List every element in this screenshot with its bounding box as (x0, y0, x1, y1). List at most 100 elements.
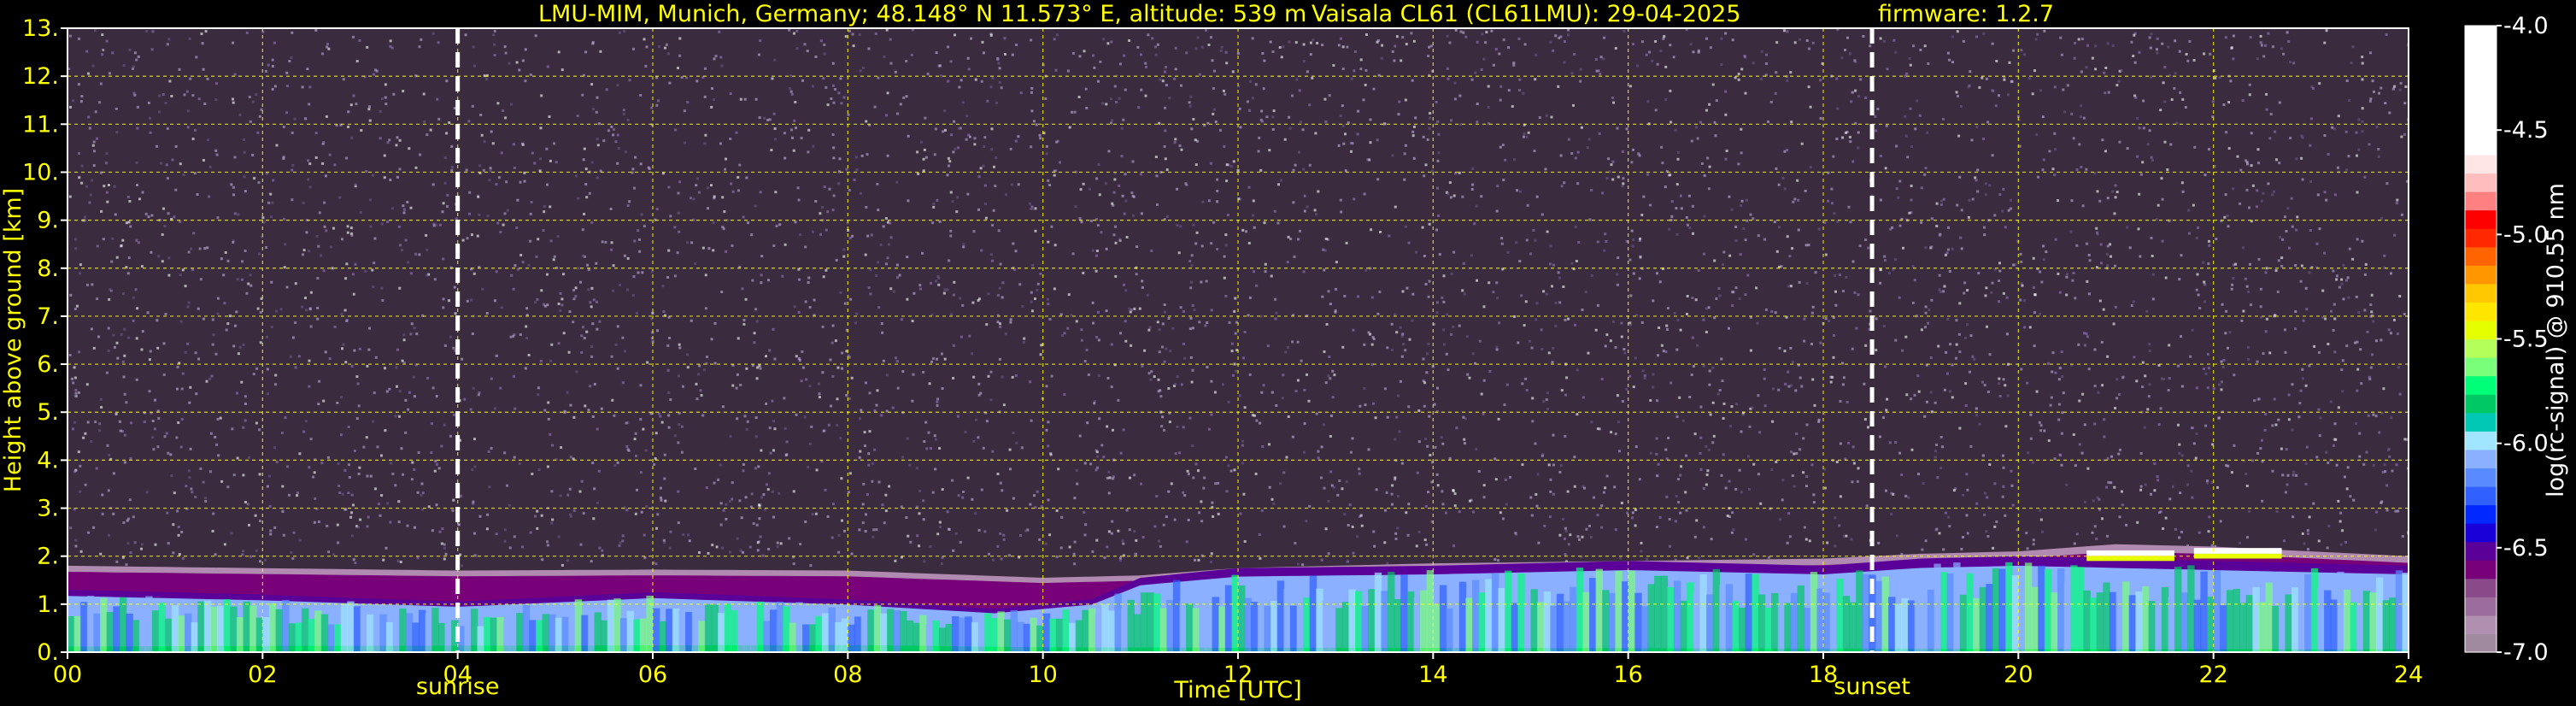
noise-speckle (450, 144, 454, 148)
noise-speckle (1848, 135, 1851, 138)
noise-speckle (394, 415, 397, 418)
noise-speckle (655, 527, 658, 530)
noise-speckle (756, 549, 760, 552)
noise-speckle (1759, 502, 1763, 505)
noise-speckle (1790, 384, 1793, 387)
noise-speckle (1983, 233, 1986, 237)
noise-speckle (759, 535, 762, 538)
noise-speckle (562, 273, 565, 276)
noise-speckle (425, 233, 428, 237)
noise-speckle (1122, 118, 1125, 121)
noise-speckle (550, 490, 554, 493)
noise-speckle (2300, 134, 2303, 138)
noise-speckle (1194, 138, 1197, 142)
noise-speckle (232, 193, 235, 197)
noise-speckle (2138, 50, 2141, 54)
noise-speckle (1442, 300, 1446, 303)
noise-speckle (347, 126, 350, 128)
noise-speckle (1685, 454, 1687, 457)
noise-speckle (546, 544, 549, 547)
noise-speckle (2356, 368, 2360, 371)
noise-speckle (799, 233, 802, 237)
noise-speckle (748, 545, 752, 549)
noise-speckle (2096, 231, 2099, 234)
noise-speckle (1981, 454, 1985, 457)
noise-speckle (1506, 250, 1510, 254)
noise-speckle (264, 558, 267, 562)
noise-speckle (655, 208, 659, 211)
noise-speckle (1404, 225, 1407, 228)
noise-speckle (1123, 212, 1126, 215)
noise-speckle (273, 526, 277, 529)
noise-speckle (2169, 143, 2173, 146)
noise-speckle (1518, 260, 1522, 262)
noise-speckle (1189, 356, 1193, 359)
noise-speckle (2330, 309, 2332, 313)
noise-speckle (1139, 173, 1142, 176)
noise-speckle (1112, 477, 1115, 480)
noise-speckle (2342, 263, 2345, 267)
noise-speckle (936, 532, 940, 536)
noise-speckle (346, 231, 349, 234)
noise-speckle (1666, 328, 1669, 331)
noise-speckle (523, 171, 526, 174)
noise-speckle (1308, 103, 1311, 107)
noise-speckle (1320, 476, 1323, 479)
noise-speckle (2043, 429, 2046, 432)
noise-speckle (125, 563, 128, 567)
noise-speckle (1640, 214, 1644, 216)
noise-speckle (1621, 400, 1624, 403)
noise-speckle (1711, 401, 1715, 404)
noise-speckle (1254, 83, 1258, 86)
noise-speckle (1329, 435, 1332, 438)
noise-speckle (2361, 239, 2364, 243)
noise-speckle (2356, 340, 2359, 344)
noise-speckle (201, 42, 204, 45)
noise-speckle (490, 130, 493, 133)
noise-speckle (132, 515, 135, 519)
noise-speckle (1428, 222, 1431, 226)
noise-speckle (1222, 383, 1224, 386)
noise-speckle (1548, 515, 1552, 519)
noise-speckle (1919, 49, 1922, 51)
noise-speckle (1774, 311, 1777, 315)
noise-speckle (1748, 487, 1751, 491)
noise-speckle (190, 487, 193, 491)
noise-speckle (2091, 56, 2094, 60)
noise-speckle (1077, 96, 1081, 98)
noise-speckle (1540, 328, 1543, 332)
noise-speckle (1210, 242, 1213, 245)
noise-speckle (881, 331, 884, 334)
noise-speckle (1835, 461, 1839, 463)
noise-speckle (1243, 331, 1247, 333)
noise-speckle (543, 304, 547, 308)
noise-speckle (342, 343, 345, 346)
noise-speckle (1791, 361, 1794, 364)
noise-speckle (208, 377, 212, 380)
noise-speckle (888, 485, 891, 488)
noise-speckle (103, 185, 106, 188)
noise-speckle (612, 264, 615, 268)
noise-speckle (1390, 492, 1394, 496)
noise-speckle (1958, 175, 1962, 179)
noise-speckle (1711, 441, 1715, 444)
noise-speckle (2091, 531, 2094, 534)
noise-speckle (1935, 444, 1939, 446)
noise-speckle (340, 433, 343, 437)
noise-speckle (889, 287, 893, 291)
noise-speckle (2375, 126, 2379, 129)
noise-speckle (2159, 109, 2162, 112)
noise-speckle (2223, 215, 2227, 219)
noise-speckle (755, 523, 759, 527)
noise-speckle (202, 159, 205, 162)
noise-speckle (1279, 179, 1282, 182)
noise-speckle (1111, 202, 1114, 205)
noise-speckle (1904, 74, 1907, 78)
noise-speckle (677, 490, 680, 493)
noise-speckle (1731, 511, 1734, 515)
noise-speckle (589, 385, 592, 388)
noise-speckle (94, 421, 97, 424)
noise-speckle (2280, 447, 2283, 450)
noise-speckle (847, 113, 850, 116)
noise-speckle (1641, 369, 1645, 373)
